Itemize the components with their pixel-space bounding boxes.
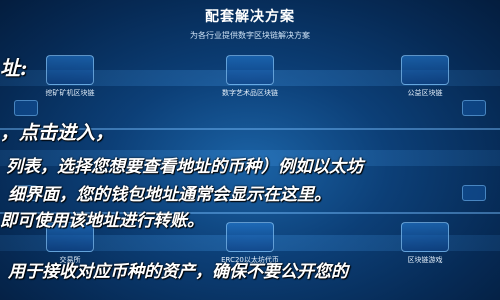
overlay-text-line: 细界面，您的钱包地址通常会显示在这里。: [8, 185, 331, 205]
decor-block: [462, 185, 486, 201]
banner-title: 配套解决方案: [205, 9, 295, 25]
overlay-text-line: 列表，选择您想要查看地址的币种）例如以太坊: [6, 157, 363, 177]
charity-icon: [401, 55, 449, 85]
overlay-text-line: 用于接收对应币种的资产，确保不要公开您的: [8, 262, 348, 282]
tile-label: 公益区块链: [407, 89, 443, 97]
digital-art-icon: [226, 55, 274, 85]
overlay-text-line: ，点击进入，: [0, 122, 115, 144]
decor-block: [462, 100, 486, 116]
solution-tile-charity[interactable]: 公益区块链: [385, 55, 465, 98]
tile-label: 区块链游戏: [407, 256, 443, 264]
tile-label: 数字艺术品区块链: [222, 89, 278, 97]
blockchain-game-icon: [401, 222, 449, 252]
erc20-token-icon: [226, 222, 274, 252]
tile-label: 挖矿矿机区块链: [45, 89, 95, 97]
solution-tile-game[interactable]: 区块链游戏: [385, 222, 465, 265]
decor-block: [14, 100, 38, 116]
overlay-text-line: 即可使用该地址进行转账。: [0, 211, 204, 231]
mining-machine-icon: [46, 55, 94, 85]
banner-subtitle: 为各行业提供数字区块链解决方案: [190, 31, 310, 40]
banner-header: 配套解决方案 为各行业提供数字区块链解决方案: [0, 6, 500, 41]
overlay-text-line: 址:: [0, 56, 28, 80]
solution-tile-mining[interactable]: 挖矿矿机区块链: [30, 55, 110, 98]
solution-tile-digital-art[interactable]: 数字艺术品区块链: [210, 55, 290, 98]
